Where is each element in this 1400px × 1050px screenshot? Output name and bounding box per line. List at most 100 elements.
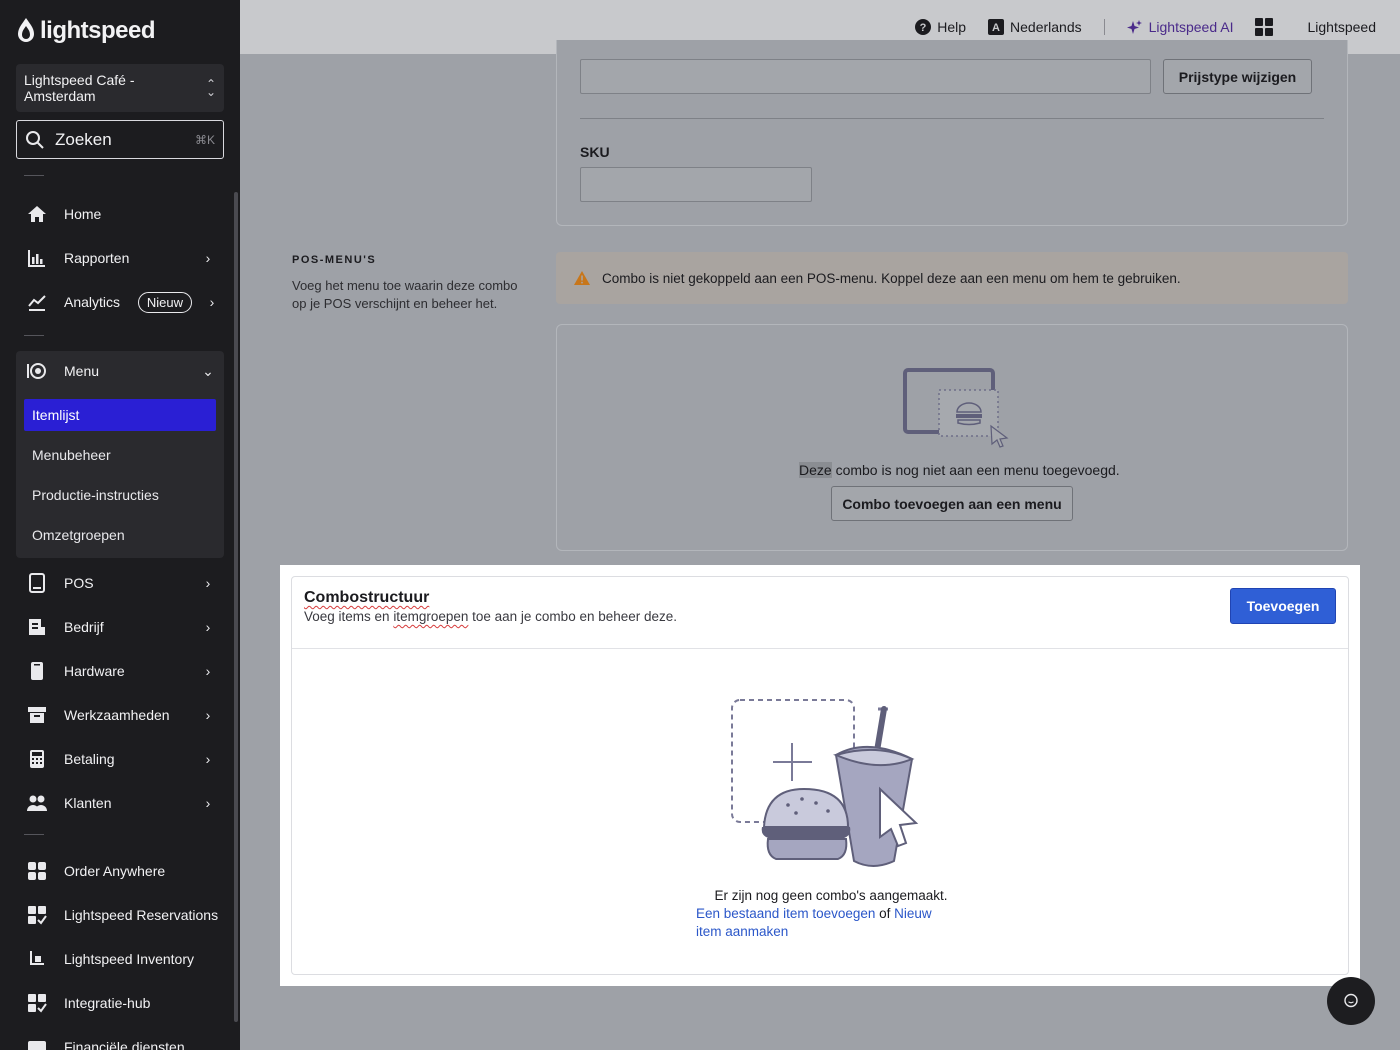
nav-label: Home [64, 206, 102, 222]
chevron-right-icon: › [209, 294, 215, 310]
chevron-right-icon: › [205, 575, 211, 591]
chevron-right-icon: › [205, 795, 211, 811]
nav-item-financiele-diensten[interactable]: Financiële diensten [16, 1027, 224, 1050]
divider [24, 175, 44, 176]
nav-label: Lightspeed Inventory [64, 951, 194, 967]
app-switcher[interactable] [1255, 18, 1274, 36]
change-price-type-button[interactable]: Prijstype wijzigen [1163, 59, 1312, 94]
nav-item-reservations[interactable]: Lightspeed Reservations [16, 895, 224, 935]
combo-structure-card: Combostructuur Voeg items en itemgroepen… [291, 576, 1349, 975]
new-badge: Nieuw [137, 291, 192, 313]
svg-text:?: ? [920, 22, 927, 34]
nav-item-bedrijf[interactable]: Bedrijf › [16, 607, 224, 647]
sku-input[interactable] [580, 167, 812, 202]
combo-illustration-icon [731, 699, 919, 867]
sku-label: SKU [580, 144, 610, 160]
help-link[interactable]: ? Help [915, 19, 966, 35]
warning-text: Combo is niet gekoppeld aan een POS-menu… [602, 270, 1181, 286]
subtitle-part: toe aan je combo en beheer deze. [468, 609, 678, 624]
pos-menus-title: POS-MENU'S [292, 254, 377, 266]
search-icon [26, 130, 44, 149]
nav-label: Menu [64, 363, 100, 379]
chevron-right-icon: › [205, 707, 211, 723]
nav-label: Order Anywhere [64, 863, 166, 879]
nav-item-betaling[interactable]: Betaling › [16, 739, 224, 779]
grid-check-icon [26, 992, 48, 1014]
lightspeed-flame-icon [18, 18, 34, 42]
combo-structure-title: Combostructuur [304, 589, 430, 606]
wallet-icon [26, 1036, 48, 1050]
logo[interactable]: lightspeed [16, 16, 156, 46]
menu-plate-icon [26, 360, 48, 382]
nav-label: Klanten [64, 795, 112, 811]
add-combo-to-menu-button[interactable]: Combo toevoegen aan een menu [831, 486, 1073, 521]
divider [580, 118, 1324, 119]
nav-label: Financiële diensten [64, 1039, 185, 1050]
nav-item-inventory[interactable]: Lightspeed Inventory [16, 939, 224, 979]
empty-text-rest: combo is nog niet aan een menu toegevoeg… [831, 462, 1120, 478]
nav-item-hardware[interactable]: Hardware › [16, 651, 224, 691]
nav-item-klanten[interactable]: Klanten › [16, 783, 224, 823]
warning-banner: Combo is niet gekoppeld aan een POS-menu… [556, 252, 1348, 304]
nav-label: Bedrijf [64, 619, 104, 635]
nav-item-integratie-hub[interactable]: Integratie-hub [16, 983, 224, 1023]
chevron-right-icon: › [205, 619, 211, 635]
chevron-right-icon: › [205, 663, 211, 679]
home-icon [26, 203, 48, 225]
language-selector[interactable]: A Nederlands [988, 19, 1082, 35]
combo-empty-links: Een bestaand item toevoegen of Nieuw ite… [696, 905, 946, 941]
sub-item-productie-instructies[interactable]: Productie-instructies [24, 479, 216, 511]
nav-item-pos[interactable]: POS › [16, 563, 224, 603]
building-icon [26, 616, 48, 638]
sub-item-menubeheer[interactable]: Menubeheer [24, 439, 216, 471]
lightspeed-ai-button[interactable]: Lightspeed AI [1126, 19, 1233, 35]
tablet-illustration-icon [903, 368, 1009, 448]
language-icon: A [988, 19, 1005, 35]
nav-label: Analytics [64, 294, 121, 310]
svg-text:A: A [992, 22, 1000, 34]
nav-item-rapporten[interactable]: Rapporten › [16, 238, 224, 278]
nav-label: Integratie-hub [64, 995, 151, 1011]
divider [24, 335, 44, 336]
nav-item-werkzaamheden[interactable]: Werkzaamheden › [16, 695, 224, 735]
chat-support-button[interactable] [1327, 977, 1375, 1025]
nav-item-home[interactable]: Home [16, 194, 224, 234]
help-icon: ? [915, 19, 932, 35]
combo-structure-header: Combostructuur Voeg items en itemgroepen… [292, 577, 1348, 649]
grid-app-icon [26, 860, 48, 882]
price-input[interactable] [580, 59, 1151, 94]
nav-label: Hardware [64, 663, 125, 679]
search-input[interactable]: Zoeken ⌘K [16, 120, 224, 159]
language-label: Nederlands [1010, 19, 1082, 35]
nav-label: POS [64, 575, 94, 591]
add-combo-item-button[interactable]: Toevoegen [1230, 588, 1336, 624]
nav-item-order-anywhere[interactable]: Order Anywhere [16, 851, 224, 891]
pos-menus-description: Voeg het menu toe waarin deze combo op j… [292, 278, 518, 311]
highlighted-word: Deze [799, 462, 832, 478]
nav-label: Werkzaamheden [64, 707, 170, 723]
location-name: Lightspeed Café - Amsterdam [24, 72, 135, 104]
sidebar-scrollbar[interactable] [234, 192, 238, 1022]
sub-item-omzetgroepen[interactable]: Omzetgroepen [24, 519, 216, 551]
pos-menu-empty-text: Deze combo is nog niet aan een menu toeg… [799, 462, 1120, 478]
nav-label: Lightspeed Reservations [64, 907, 219, 923]
inventory-icon [26, 948, 48, 970]
search-shortcut: ⌘K [194, 132, 215, 147]
tablet-icon [26, 572, 48, 594]
sub-item-itemlijst[interactable]: Itemlijst [24, 399, 216, 431]
nav-item-analytics[interactable]: Analytics Nieuw › [16, 282, 224, 322]
location-switcher[interactable]: Lightspeed Café - Amsterdam ⌃ ⌄ [16, 64, 224, 112]
account-menu[interactable]: Lightspeed [1307, 19, 1376, 35]
combo-structure-subtitle: Voeg items en itemgroepen toe aan je com… [304, 609, 677, 624]
account-label: Lightspeed [1307, 19, 1376, 35]
apps-grid-icon [1255, 18, 1274, 36]
chevron-down-icon: ⌄ [202, 362, 214, 379]
divider [1103, 19, 1105, 35]
divider [24, 834, 44, 835]
chevron-up-down-icon: ⌃ ⌄ [205, 77, 216, 99]
nav-item-menu[interactable]: Menu ⌄ [16, 351, 224, 391]
nav-label: Rapporten [64, 250, 130, 266]
chevron-right-icon: › [205, 250, 211, 266]
add-existing-item-link[interactable]: Een bestaand item toevoegen [696, 906, 875, 921]
or-text: of [875, 906, 895, 921]
